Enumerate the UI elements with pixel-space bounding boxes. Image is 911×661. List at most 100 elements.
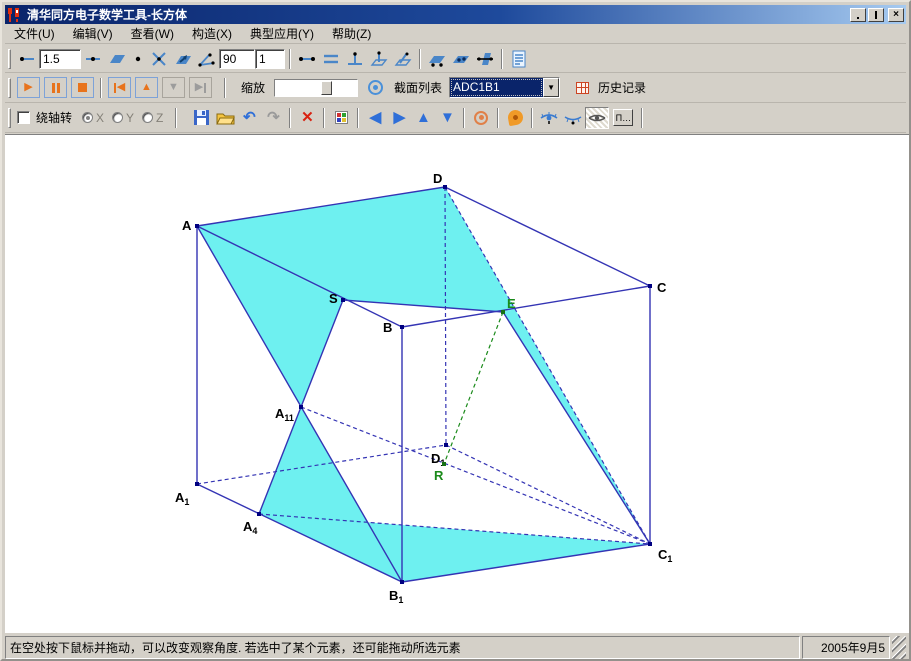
intersection-icon[interactable] [147,48,171,70]
point-D[interactable] [443,185,447,189]
point-A11[interactable] [299,405,303,409]
perpendicular-plane-icon[interactable] [367,48,391,70]
menu-edit[interactable]: 编辑(V) [64,23,122,44]
record-target-icon[interactable] [368,80,383,95]
segment-length-icon[interactable] [81,48,105,70]
title-bar[interactable]: 清华同方电子数学工具-长方体 × [5,5,906,24]
nav-left-icon[interactable]: ◀ [363,107,387,129]
point-icon[interactable] [129,48,147,70]
delete-icon[interactable]: ✕ [295,107,319,129]
point-E[interactable] [501,310,505,314]
history-label[interactable]: 历史记录 [598,79,646,96]
point-A1[interactable] [195,482,199,486]
toolbar-grip[interactable] [8,78,11,98]
segment-icon[interactable] [295,48,319,70]
redo-icon[interactable]: ↷ [261,107,285,129]
last-icon[interactable]: ▶ [189,77,212,98]
hide-eye-icon[interactable] [585,107,609,129]
plane-two-points-icon[interactable] [425,48,449,70]
maximize-button[interactable] [868,8,884,22]
axis-y-radio[interactable] [112,112,123,123]
pi-settings-icon[interactable]: Π… [613,109,633,126]
section-list-combobox[interactable]: ADC1B1 ▼ [449,77,560,98]
edge-E-C1[interactable] [503,312,650,544]
point-label-A11: A11 [275,406,294,423]
edge-D-C1[interactable] [445,187,650,544]
point-C1[interactable] [648,542,652,546]
count-input[interactable] [255,49,285,69]
maximize-icon [875,11,877,19]
combobox-dropdown-button[interactable]: ▼ [543,78,559,97]
geometry-figure[interactable]: ADCBSEA11A1A4B1C1D1R [5,135,910,634]
history-grid-icon[interactable] [576,82,589,94]
section-face[interactable] [259,514,650,582]
plane-arrow-icon[interactable] [171,48,195,70]
menu-file[interactable]: 文件(U) [5,23,64,44]
length-input[interactable] [39,49,81,69]
toolbar-construct [5,45,906,73]
point-label-C: C [657,280,667,295]
window-title: 清华同方电子数学工具-长方体 [27,6,848,23]
zoom-slider[interactable] [274,79,358,97]
point-A4[interactable] [257,512,261,516]
point-B[interactable] [400,325,404,329]
show-labels-eye-icon[interactable] [537,107,561,129]
toolbar-view: 绕轴转 X Y Z ↶ ↷ ✕ ◀ ▶ ▲ ▼ [5,103,906,133]
angle-icon[interactable] [195,48,219,70]
point-A[interactable] [195,224,199,228]
point-C[interactable] [648,284,652,288]
line-through-plane-icon[interactable] [473,48,497,70]
edge-E-R[interactable] [444,312,503,464]
first-icon[interactable]: ◀ [108,77,131,98]
menu-help[interactable]: 帮助(Z) [323,23,380,44]
angle-input[interactable] [219,49,255,69]
up-icon[interactable]: ▲ [135,77,158,98]
point-label-A1: A1 [175,490,189,507]
notes-icon[interactable] [507,48,531,70]
minimize-button[interactable] [850,8,866,22]
palette-icon[interactable] [329,107,353,129]
perpendicular-icon[interactable] [343,48,367,70]
toolbar-grip[interactable] [8,49,11,69]
point-D1[interactable] [444,443,448,447]
point-S[interactable] [341,298,345,302]
point-R[interactable] [442,462,446,466]
parallel-icon[interactable] [319,48,343,70]
down-icon[interactable]: ▼ [162,77,185,98]
open-folder-icon[interactable] [213,107,237,129]
point-label-S: S [329,291,338,306]
leaf-view-icon[interactable] [503,107,527,129]
point-B1[interactable] [400,580,404,584]
play-icon[interactable]: ▶ [17,77,40,98]
nav-up-icon[interactable]: ▲ [411,107,435,129]
plane-points-icon[interactable] [449,48,473,70]
target-icon[interactable] [469,107,493,129]
show-points-eye-icon[interactable] [561,107,585,129]
close-button[interactable]: × [888,8,904,22]
zoom-slider-thumb[interactable] [321,81,332,95]
axis-x-radio[interactable] [82,112,93,123]
toolbar-grip[interactable] [8,108,11,128]
point-label-D: D [433,171,442,186]
app-window: 清华同方电子数学工具-长方体 × 文件(U) 编辑(V) 查看(W) 构造(X)… [0,0,911,661]
oblique-line-icon[interactable] [391,48,415,70]
nav-right-icon[interactable]: ▶ [387,107,411,129]
plane-icon[interactable] [105,48,129,70]
minimize-icon [857,17,859,19]
axis-y-label: Y [126,111,134,125]
resize-grip[interactable] [892,636,906,659]
rotate-axis-checkbox[interactable] [17,111,30,124]
menu-typical-apps[interactable]: 典型应用(Y) [241,23,323,44]
menu-construct[interactable]: 构造(X) [183,23,241,44]
separator [289,108,291,128]
nav-down-icon[interactable]: ▼ [435,107,459,129]
stop-icon[interactable] [71,77,94,98]
drawing-canvas[interactable]: ADCBSEA11A1A4B1C1D1R [5,134,910,633]
undo-icon[interactable]: ↶ [237,107,261,129]
menu-view[interactable]: 查看(W) [122,23,183,44]
axis-z-radio[interactable] [142,112,153,123]
separator [463,108,465,128]
save-icon[interactable] [189,107,213,129]
point-on-segment-icon[interactable] [15,48,39,70]
pause-icon[interactable] [44,77,67,98]
